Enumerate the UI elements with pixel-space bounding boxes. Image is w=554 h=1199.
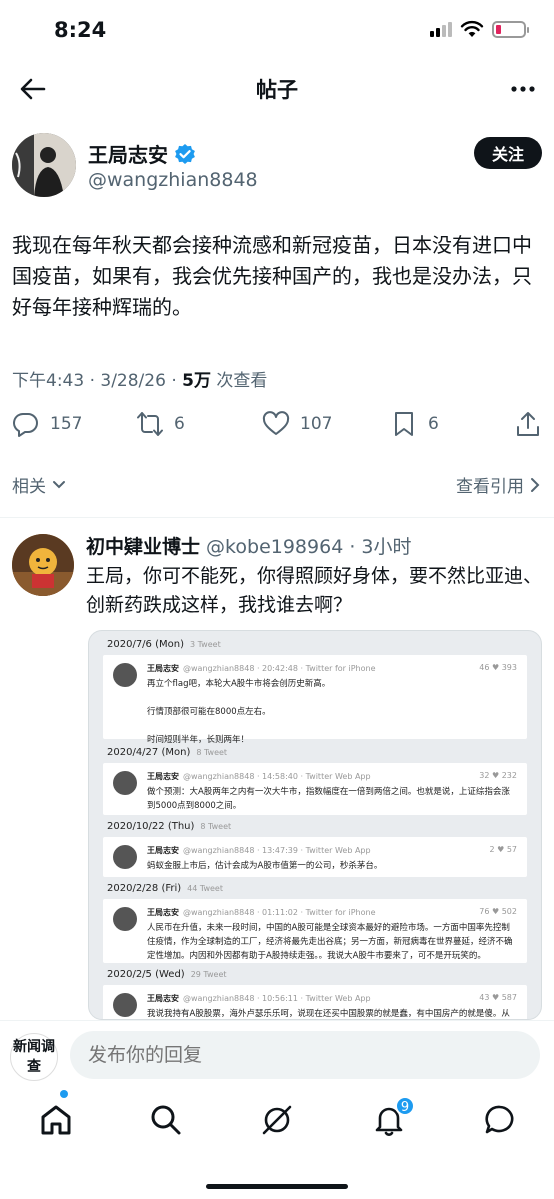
embed-tweet-card: 王局志安 @wangzhian8848 · 10:56:11 · Twitter …: [103, 985, 527, 1019]
divider: [0, 517, 554, 518]
wifi-icon: [460, 20, 484, 37]
home-icon[interactable]: [38, 1102, 74, 1138]
chevron-right-icon: [531, 477, 540, 492]
reply-input[interactable]: [70, 1031, 540, 1079]
author-avatar[interactable]: [12, 133, 76, 197]
follow-button[interactable]: 关注: [473, 137, 542, 169]
embed-avatar: [113, 845, 137, 869]
bookmark-icon: [395, 412, 413, 436]
status-bar: 8:24: [0, 0, 554, 62]
embed-avatar: [113, 907, 137, 931]
battery-icon: [492, 20, 529, 38]
embed-day-header: 2020/2/5 (Wed) 29 Tweet: [107, 969, 227, 980]
author-header: 王局志安 @wangzhian8848 关注: [12, 133, 542, 199]
search-icon[interactable]: [148, 1102, 184, 1138]
related-dropdown[interactable]: 相关: [12, 472, 66, 497]
retweet-action[interactable]: 6: [136, 410, 185, 438]
reply-action[interactable]: 157: [12, 410, 82, 438]
embed-day-header: 2020/7/6 (Mon) 3 Tweet: [107, 639, 221, 650]
embed-tweet-card: 王局志安 @wangzhian8848 · 20:42:48 · Twitter …: [103, 655, 527, 745]
view-count: 5万: [182, 371, 211, 391]
composer-avatar: 新闻调查: [10, 1033, 58, 1081]
tweet-meta: 下午4:43 · 3/28/26 · 5万 次查看: [12, 366, 267, 391]
embed-avatar: [113, 993, 137, 1017]
reply-icon: [13, 412, 38, 437]
share-action[interactable]: [514, 410, 542, 438]
view-quotes-label: 查看引用: [456, 477, 524, 497]
author-handle[interactable]: @wangzhian8848: [88, 169, 258, 191]
tweet-timestamp[interactable]: 下午4:43 · 3/28/26 ·: [12, 371, 182, 391]
reply-handle-time: @kobe198964 · 3小时: [200, 536, 412, 558]
embed-tweet-card: 王局志安 @wangzhian8848 · 13:47:39 · Twitter …: [103, 837, 527, 877]
status-icons: [430, 20, 529, 38]
page-title: 帖子: [256, 78, 298, 102]
view-quotes-link[interactable]: 查看引用: [456, 472, 540, 497]
embed-day-header: 2020/10/22 (Thu) 8 Tweet: [107, 821, 232, 832]
tweet-text: 我现在每年秋天都会接种流感和新冠疫苗，日本没有进口中国疫苗，如果有，我会优先接种…: [12, 233, 532, 319]
bookmark-action[interactable]: 6: [390, 410, 439, 438]
embed-tweet-card: 王局志安 @wangzhian8848 · 01:11:02 · Twitter …: [103, 899, 527, 963]
status-time: 8:24: [54, 18, 107, 42]
grok-icon[interactable]: [259, 1102, 295, 1138]
heart-icon: [262, 411, 290, 435]
reply-composer: 新闻调查: [0, 1020, 554, 1088]
bookmark-count: 6: [428, 414, 439, 434]
embed-avatar: [113, 771, 137, 795]
notifications-tab[interactable]: 9: [371, 1096, 415, 1138]
action-bar: 157 6 107 6: [12, 410, 542, 450]
related-row: 相关 查看引用: [12, 470, 540, 502]
top-nav: 帖子: [0, 62, 554, 116]
home-indicator: [206, 1184, 348, 1189]
embed-avatar: [113, 663, 137, 687]
view-label: 次查看: [210, 371, 268, 391]
embed-tweet-card: 王局志安 @wangzhian8848 · 14:58:40 · Twitter …: [103, 763, 527, 815]
reply-count: 157: [50, 414, 83, 434]
share-icon: [517, 412, 539, 436]
embed-day-header: 2020/2/28 (Fri) 44 Tweet: [107, 883, 223, 894]
embed-day-header: 2020/4/27 (Mon) 8 Tweet: [107, 747, 228, 758]
chevron-down-icon: [53, 480, 65, 488]
author-name[interactable]: 王局志安: [88, 139, 168, 168]
author-name-row: 王局志安: [88, 139, 196, 168]
reply-author-name[interactable]: 初中肄业博士: [86, 536, 200, 558]
bottom-tab-bar: 9: [0, 1088, 554, 1154]
home-unread-dot: [60, 1090, 68, 1098]
like-action[interactable]: 107: [262, 410, 332, 438]
messages-icon[interactable]: [482, 1102, 518, 1138]
verified-badge-icon: [175, 143, 195, 164]
retweet-count: 6: [174, 414, 185, 434]
notifications-badge: 9: [395, 1096, 415, 1116]
more-options-icon[interactable]: [508, 76, 538, 102]
reply-text: 王局，你可不能死，你得照顾好身体，要不然比亚迪、创新药跌成这样，我找谁去啊？: [86, 565, 543, 616]
retweet-icon: [137, 412, 163, 436]
cellular-signal-icon: [430, 21, 452, 37]
reply-avatar[interactable]: [12, 534, 74, 596]
reply-image[interactable]: 2020/7/6 (Mon) 3 Tweet 王局志安 @wangzhian8848…: [88, 630, 542, 1020]
reply-header: 初中肄业博士 @kobe198964 · 3小时: [86, 532, 412, 559]
like-count: 107: [300, 414, 333, 434]
related-label: 相关: [12, 477, 46, 497]
